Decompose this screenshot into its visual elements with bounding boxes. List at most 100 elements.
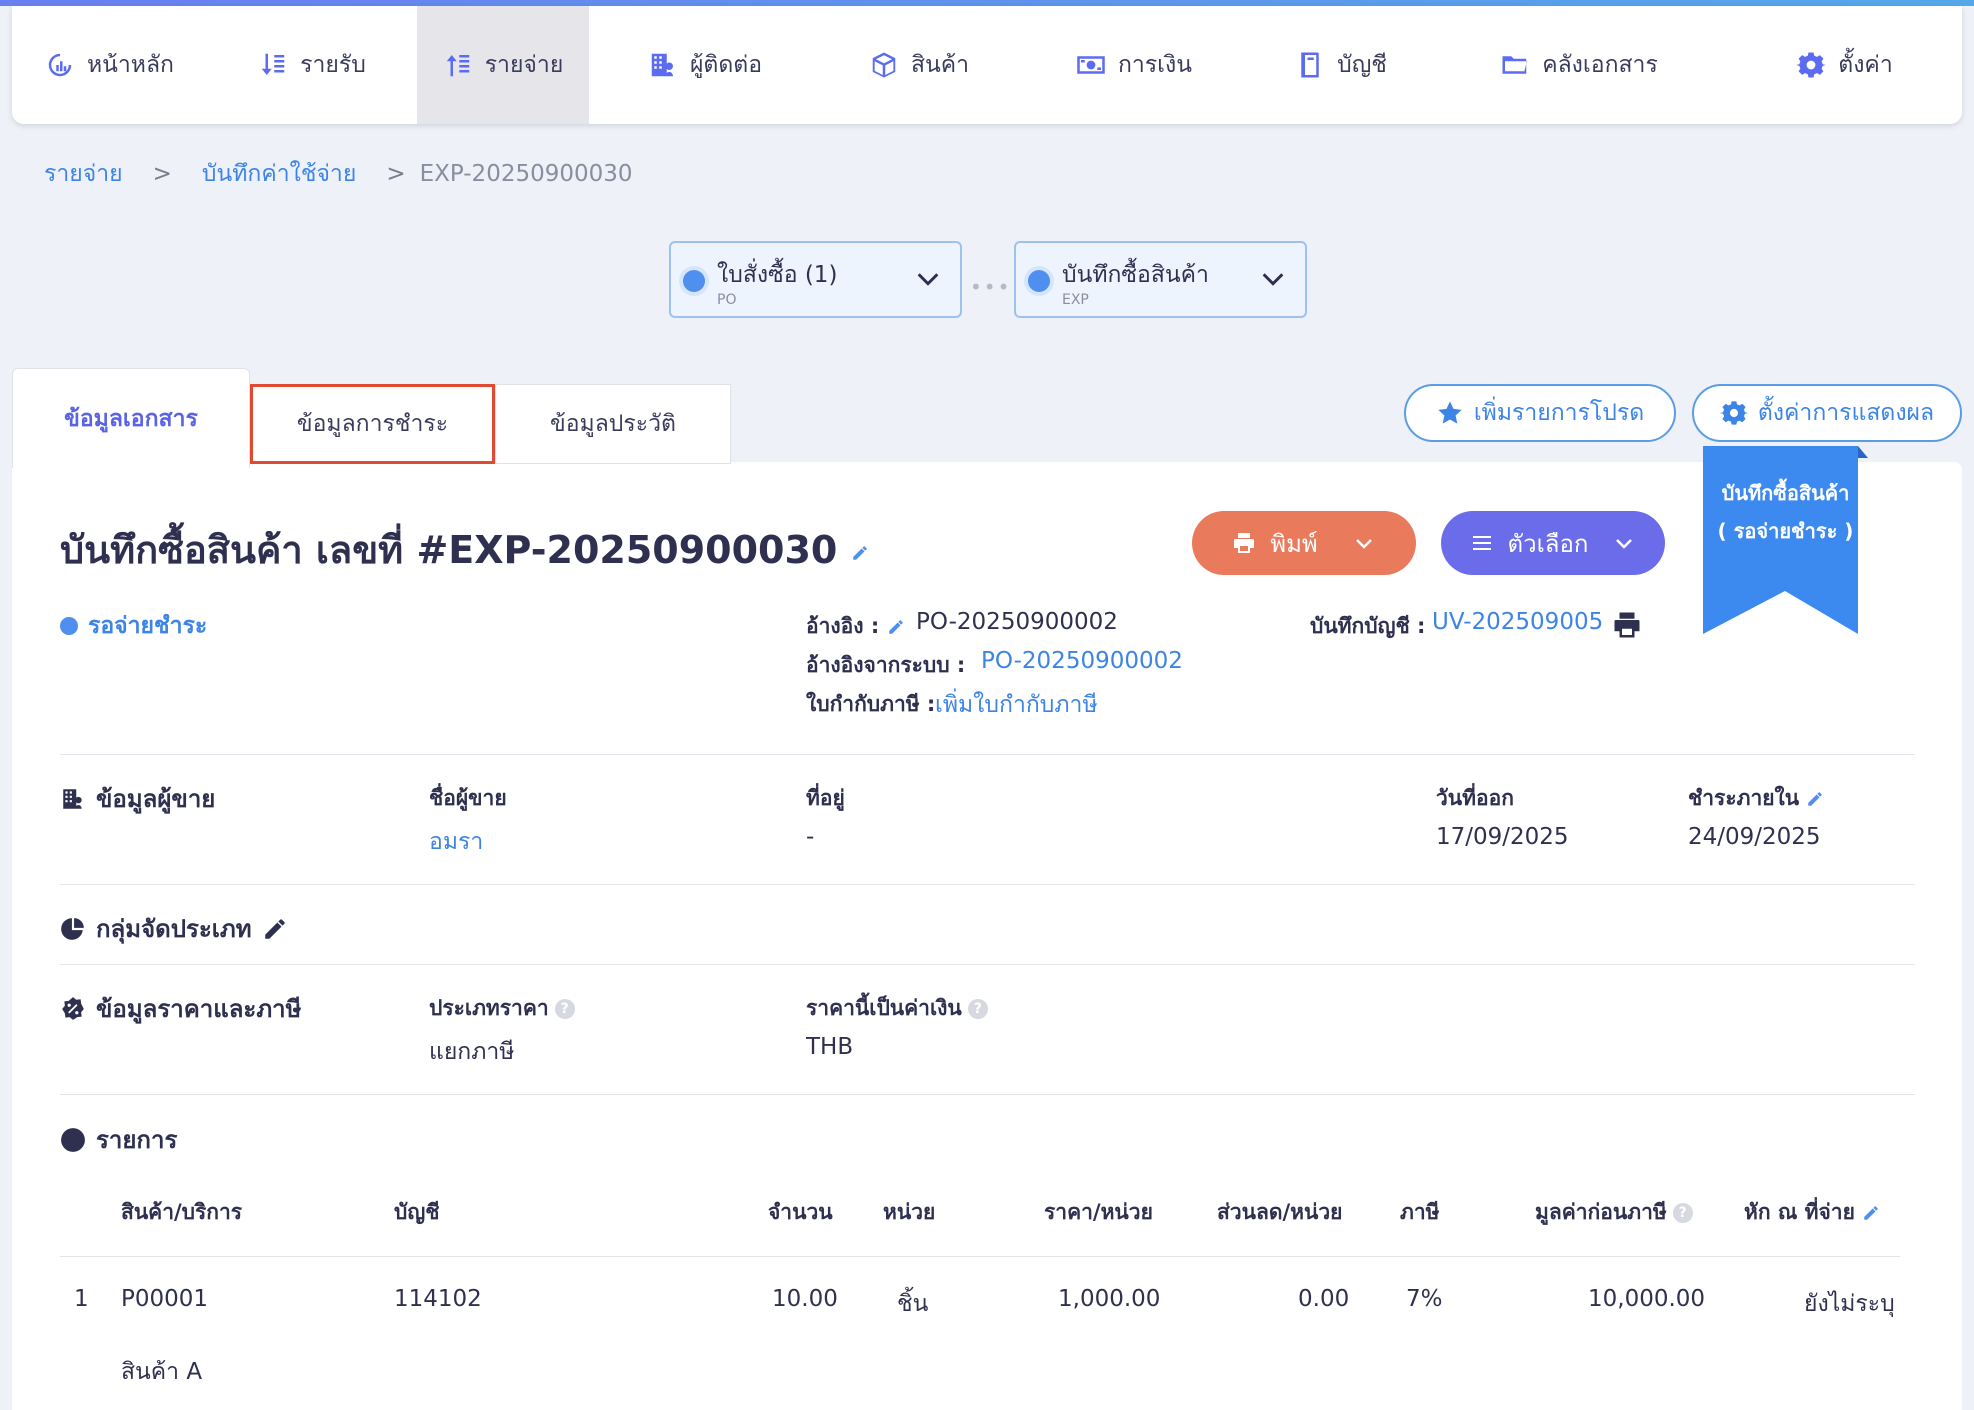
flow-purchase-order[interactable]: ใบสั่งซื้อ (1) PO — [669, 241, 962, 318]
ref-label: อ้างอิง : — [806, 610, 905, 643]
pencil-icon[interactable] — [851, 544, 869, 562]
nav-dashboard[interactable]: หน้าหลัก — [12, 6, 207, 124]
page-title: บันทึกซื้อสินค้า เลขที่ #EXP-20250900030 — [60, 519, 869, 580]
flow-connector: ••• — [970, 275, 1012, 299]
nav-label: ตั้งค่า — [1838, 52, 1893, 78]
add-tax-invoice-link[interactable]: เพิ่มใบกำกับภาษี — [935, 687, 1098, 723]
help-icon[interactable]: ? — [967, 999, 988, 1019]
due-date-value: 24/09/2025 — [1688, 824, 1821, 850]
print-button[interactable]: พิมพ์ — [1192, 511, 1416, 575]
printer-icon[interactable] — [1612, 610, 1642, 640]
nav-expense[interactable]: รายจ่าย — [417, 6, 589, 124]
nav-products[interactable]: สินค้า — [821, 6, 1017, 124]
nav-label: รายจ่าย — [484, 52, 564, 78]
chevron-down-icon[interactable] — [1612, 531, 1636, 555]
nav-documents[interactable]: คลังเอกสาร — [1431, 6, 1727, 124]
ribbon-line2: ( รอจ่ายชำระ ) — [1717, 519, 1854, 543]
vendor-section-label: ข้อมูลผู้ขาย — [96, 785, 216, 813]
price-type-label-text: ประเภทราคา — [429, 996, 549, 1020]
pencil-icon[interactable] — [262, 916, 288, 942]
breadcrumb-separator: > — [152, 161, 172, 187]
pencil-icon[interactable] — [1806, 790, 1824, 808]
nav-label: บัญชี — [1337, 52, 1387, 78]
table-header-divider — [60, 1256, 1900, 1257]
divider — [60, 964, 1915, 965]
chevron-down-icon[interactable] — [1259, 265, 1287, 293]
chevron-down-icon[interactable] — [914, 265, 942, 293]
money-icon — [1077, 56, 1105, 74]
flow-exp-sub: EXP — [1062, 292, 1089, 308]
price-type-value: แยกภาษี — [429, 1039, 515, 1065]
nav-settings[interactable]: ตั้งค่า — [1727, 6, 1962, 124]
column-account: บัญชี — [394, 1200, 440, 1224]
pretax-value: 10,000.00 — [1588, 1286, 1706, 1312]
column-product: สินค้า/บริการ — [121, 1200, 243, 1224]
chevron-down-icon[interactable] — [1352, 531, 1376, 555]
tab-history-info[interactable]: ข้อมูลประวัติ — [495, 384, 731, 464]
pricing-section-label: ข้อมูลราคาและภาษี — [96, 995, 302, 1023]
journal-link[interactable]: UV-202509005 — [1432, 609, 1603, 635]
star-icon — [1438, 401, 1462, 424]
help-icon[interactable]: ? — [1672, 1203, 1693, 1223]
column-price: ราคา/หน่วย — [1044, 1200, 1153, 1224]
contacts-icon — [651, 53, 673, 77]
status-badge: รอจ่ายชำระ — [60, 608, 207, 644]
tax-value: 7% — [1406, 1286, 1443, 1312]
tab-document-info[interactable]: ข้อมูลเอกสาร — [12, 368, 250, 468]
breadcrumb-expense-record[interactable]: บันทึกค่าใช้จ่าย — [202, 156, 356, 192]
discount-value: 0.00 — [1298, 1286, 1350, 1312]
journal-label: บันทึกบัญชี : — [1310, 614, 1426, 638]
help-icon[interactable]: ? — [554, 999, 575, 1019]
nav-income[interactable]: รายรับ — [207, 6, 417, 124]
due-date-label: ชำระภายใน — [1688, 782, 1824, 815]
divider — [60, 884, 1915, 885]
nav-label: รายรับ — [300, 52, 366, 78]
pencil-icon[interactable] — [887, 618, 905, 636]
options-label: ตัวเลือก — [1507, 529, 1589, 558]
pencil-icon[interactable] — [1862, 1204, 1880, 1222]
address-value: - — [806, 824, 815, 850]
circle-icon — [61, 1127, 85, 1152]
nav-label: การเงิน — [1117, 52, 1192, 78]
vendor-section-title: ข้อมูลผู้ขาย — [60, 779, 215, 818]
breadcrumb-expense[interactable]: รายจ่าย — [44, 156, 123, 192]
expense-icon — [446, 55, 469, 77]
vendor-name-label: ชื่อผู้ขาย — [429, 786, 507, 810]
flow-expense-record[interactable]: บันทึกซื้อสินค้า EXP — [1014, 241, 1307, 318]
folder-icon — [1502, 56, 1528, 74]
vendor-name-link[interactable]: อมรา — [429, 824, 483, 860]
product-code-link[interactable]: P00001 — [121, 1286, 208, 1312]
divider — [60, 1094, 1915, 1095]
tab-payment-info[interactable]: ข้อมูลการชำระ — [250, 384, 495, 464]
currency-label-text: ราคานี้เป็นค่าเงิน — [806, 996, 962, 1020]
qty-value: 10.00 — [772, 1286, 838, 1312]
category-section-label: กลุ่มจัดประเภท — [96, 915, 252, 943]
breadcrumb-separator: > — [386, 161, 406, 187]
display-settings-label: ตั้งค่าการแสดงผล — [1757, 400, 1935, 426]
menu-icon — [1472, 536, 1491, 550]
ref-value: PO-20250900002 — [916, 609, 1118, 635]
nav-contacts[interactable]: ผู้ติดต่อ — [589, 6, 821, 124]
ribbon-line1: บันทึกซื้อสินค้า — [1721, 481, 1850, 505]
nav-label: ผู้ติดต่อ — [689, 52, 763, 78]
add-favorite-button[interactable]: เพิ่มรายการโปรด — [1404, 384, 1676, 442]
nav-finance[interactable]: การเงิน — [1017, 6, 1251, 124]
printer-icon — [1234, 533, 1255, 553]
currency-value: THB — [806, 1034, 854, 1060]
gear-icon — [1719, 401, 1748, 425]
options-button[interactable]: ตัวเลือก — [1441, 511, 1665, 575]
sysref-label: อ้างอิงจากระบบ : — [806, 653, 966, 677]
account-value: 114102 — [394, 1286, 482, 1312]
address-label: ที่อยู่ — [806, 786, 845, 810]
flow-status-dot — [1028, 270, 1050, 292]
breadcrumb: รายจ่าย > บันทึกค่าใช้จ่าย > EXP-2025090… — [44, 156, 633, 192]
sysref-link[interactable]: PO-20250900002 — [981, 648, 1183, 674]
display-settings-button[interactable]: ตั้งค่าการแสดงผล — [1692, 384, 1962, 442]
contacts-icon — [63, 788, 82, 809]
dashboard-icon — [48, 53, 72, 77]
nav-accounting[interactable]: บัญชี — [1251, 6, 1431, 124]
pie-chart-icon — [61, 917, 84, 940]
product-name: สินค้า A — [121, 1359, 203, 1385]
print-label: พิมพ์ — [1270, 529, 1318, 558]
percent-badge-icon — [62, 996, 84, 1020]
